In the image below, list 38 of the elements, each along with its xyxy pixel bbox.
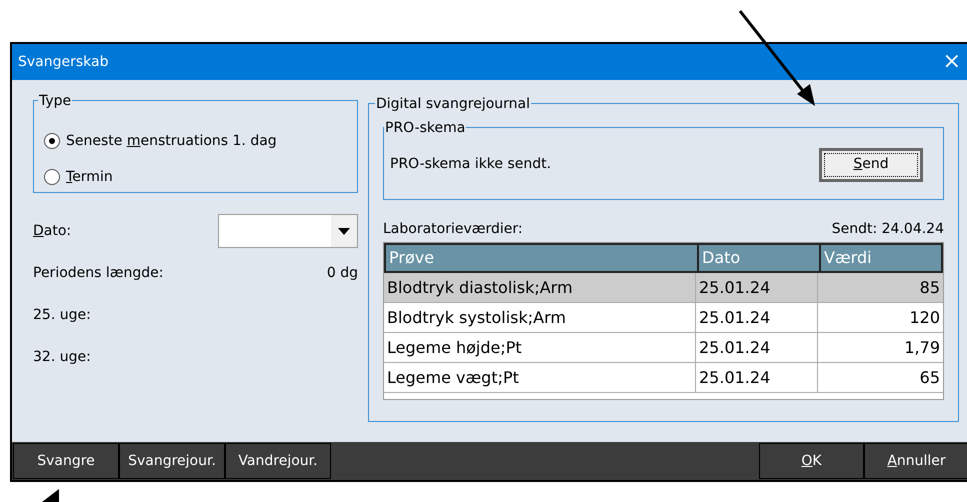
table-cell: 25.01.24 xyxy=(695,273,817,302)
table-cell-text: Blodtryk diastolisk;Arm xyxy=(386,276,574,298)
table-cell-text: Legeme højde;Pt xyxy=(386,336,523,358)
arrowhead-icon xyxy=(42,489,62,502)
table-cell-text: Legeme vægt;Pt xyxy=(386,366,520,388)
lab-values-label: Laboratorieværdier: xyxy=(383,220,523,238)
table-row[interactable]: Legeme højde;Pt 25.01.24 1,79 xyxy=(384,333,943,363)
table-cell: 25.01.24 xyxy=(695,363,817,392)
dialog-button[interactable]: Annuller xyxy=(864,443,967,479)
field-label: 32. uge: xyxy=(33,348,91,366)
bottom-tab[interactable]: Svangrejour. xyxy=(119,443,225,479)
field-label: 25. uge: xyxy=(33,306,91,324)
table-cell: 1,79 xyxy=(817,333,943,362)
radio-label: Seneste menstruations 1. dag xyxy=(66,132,277,150)
table-row[interactable]: Legeme vægt;Pt 25.01.24 65 xyxy=(384,363,943,393)
field-label: Periodens længde: xyxy=(33,264,164,282)
table-cell: 85 xyxy=(817,273,943,302)
table-row[interactable]: Blodtryk systolisk;Arm 25.01.24 120 xyxy=(384,303,943,333)
sent-date: Sendt: 24.04.24 xyxy=(832,220,944,238)
table-row[interactable]: Blodtryk diastolisk;Arm 25.01.24 85 xyxy=(384,273,943,303)
window-title: Svangerskab xyxy=(18,52,109,72)
close-button[interactable]: × xyxy=(942,51,961,73)
field-value: 0 dg xyxy=(326,264,358,282)
table-cell: 120 xyxy=(817,303,943,332)
send-button[interactable]: Send xyxy=(819,148,923,182)
table-cell-text: Blodtryk systolisk;Arm xyxy=(386,306,567,328)
date-dropdown[interactable] xyxy=(218,214,358,248)
radio-button[interactable] xyxy=(44,169,60,185)
status-text: PRO-skema ikke sendt. xyxy=(390,155,552,174)
bottom-tab[interactable]: Svangre xyxy=(13,443,119,479)
date-label: Dato: xyxy=(33,222,72,240)
dialog-button[interactable]: OK xyxy=(759,443,864,479)
table-cell: 25.01.24 xyxy=(695,303,817,332)
table-cell: 65 xyxy=(817,363,943,392)
radio-label: Termin xyxy=(66,168,113,186)
bottom-tab[interactable]: Vandrejour. xyxy=(225,443,331,479)
table-cell: 25.01.24 xyxy=(695,333,817,362)
radio-button[interactable] xyxy=(44,133,60,149)
